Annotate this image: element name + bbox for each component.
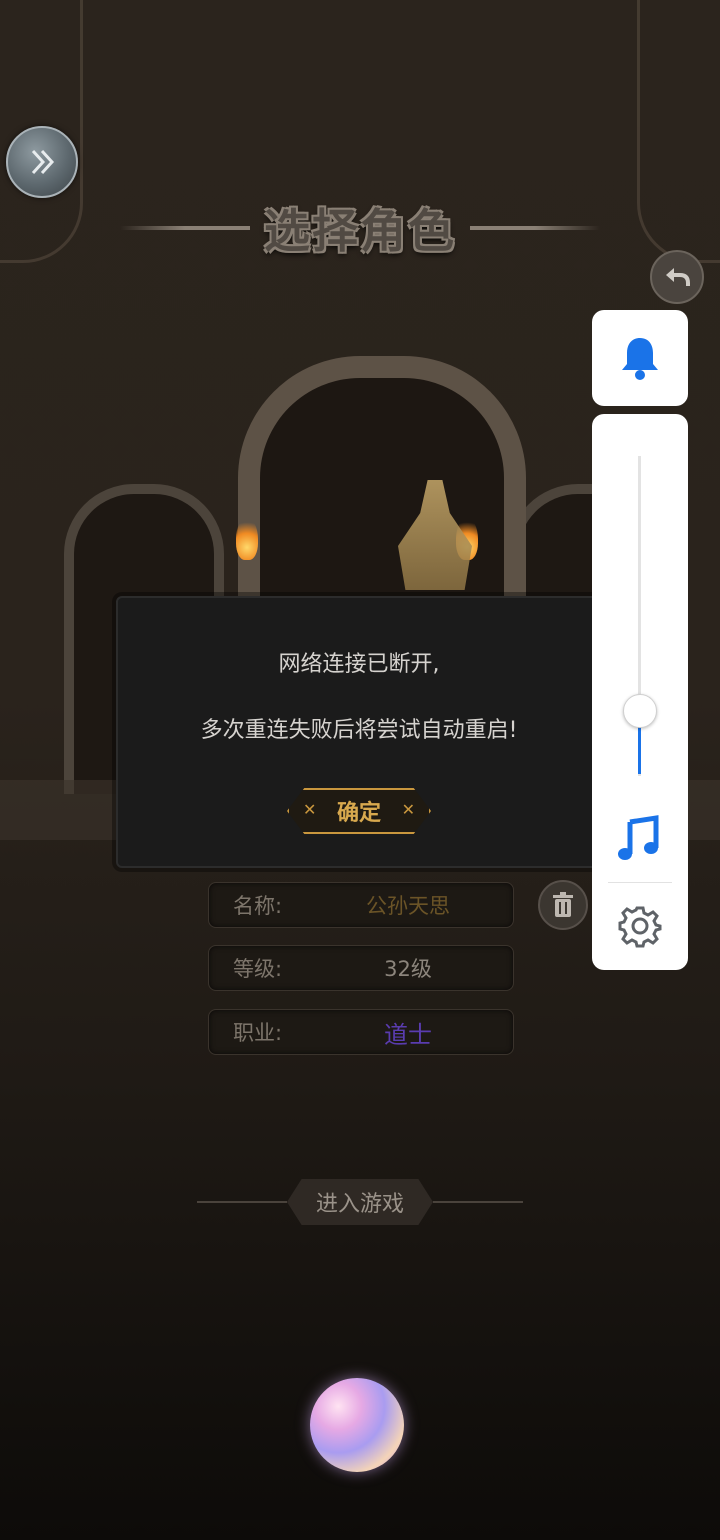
stat-row-class: 职业: 道士 <box>208 1009 514 1055</box>
back-button[interactable] <box>650 250 704 304</box>
gear-icon[interactable] <box>618 904 662 948</box>
stat-label: 职业: <box>233 1021 283 1045</box>
volume-slider-thumb[interactable] <box>623 694 657 728</box>
delete-character-button[interactable] <box>538 880 588 930</box>
siri-orb[interactable] <box>310 1378 404 1472</box>
confirm-label: 确定 <box>336 801 381 826</box>
network-disconnected-dialog: 网络连接已断开, 多次重连失败后将尝试自动重启! ✕ 确定 ✕ <box>116 596 602 868</box>
notification-panel[interactable] <box>592 310 688 406</box>
torch-flame-left <box>236 518 258 560</box>
ornament-x-icon: ✕ <box>401 800 415 819</box>
bell-icon <box>622 338 658 380</box>
title-banner: 选择角色 <box>100 196 620 260</box>
enter-game-button[interactable]: 进入游戏 <box>287 1179 433 1225</box>
undo-arrow-icon <box>666 268 690 286</box>
stat-value: 公孙天思 <box>366 894 450 918</box>
frame-ornament-right <box>637 0 720 263</box>
title-ornament-right <box>470 226 600 230</box>
page-title: 选择角色 <box>264 204 456 258</box>
ornament-x-icon: ✕ <box>303 800 317 819</box>
enter-ornament-left <box>197 1201 287 1203</box>
stat-row-level: 等级: 32级 <box>208 945 514 991</box>
panel-divider <box>608 882 672 883</box>
enter-ornament-right <box>433 1201 523 1203</box>
music-note-icon[interactable] <box>616 814 662 862</box>
stat-label: 等级: <box>233 957 283 981</box>
stat-label: 名称: <box>233 894 283 918</box>
expand-button[interactable] <box>6 126 78 198</box>
stat-value: 32级 <box>384 957 432 981</box>
dialog-message-line1: 网络连接已断开, <box>278 652 440 677</box>
stat-value: 道士 <box>384 1020 432 1049</box>
double-chevron-right-icon <box>31 149 55 175</box>
enter-game-area: 进入游戏 <box>180 1176 540 1228</box>
stat-row-name: 名称: 公孙天思 <box>208 882 514 928</box>
title-ornament-left <box>120 226 250 230</box>
dialog-message-line2: 多次重连失败后将尝试自动重启! <box>200 718 518 743</box>
confirm-button[interactable]: ✕ 确定 ✕ <box>287 788 431 834</box>
trash-icon <box>553 892 573 917</box>
